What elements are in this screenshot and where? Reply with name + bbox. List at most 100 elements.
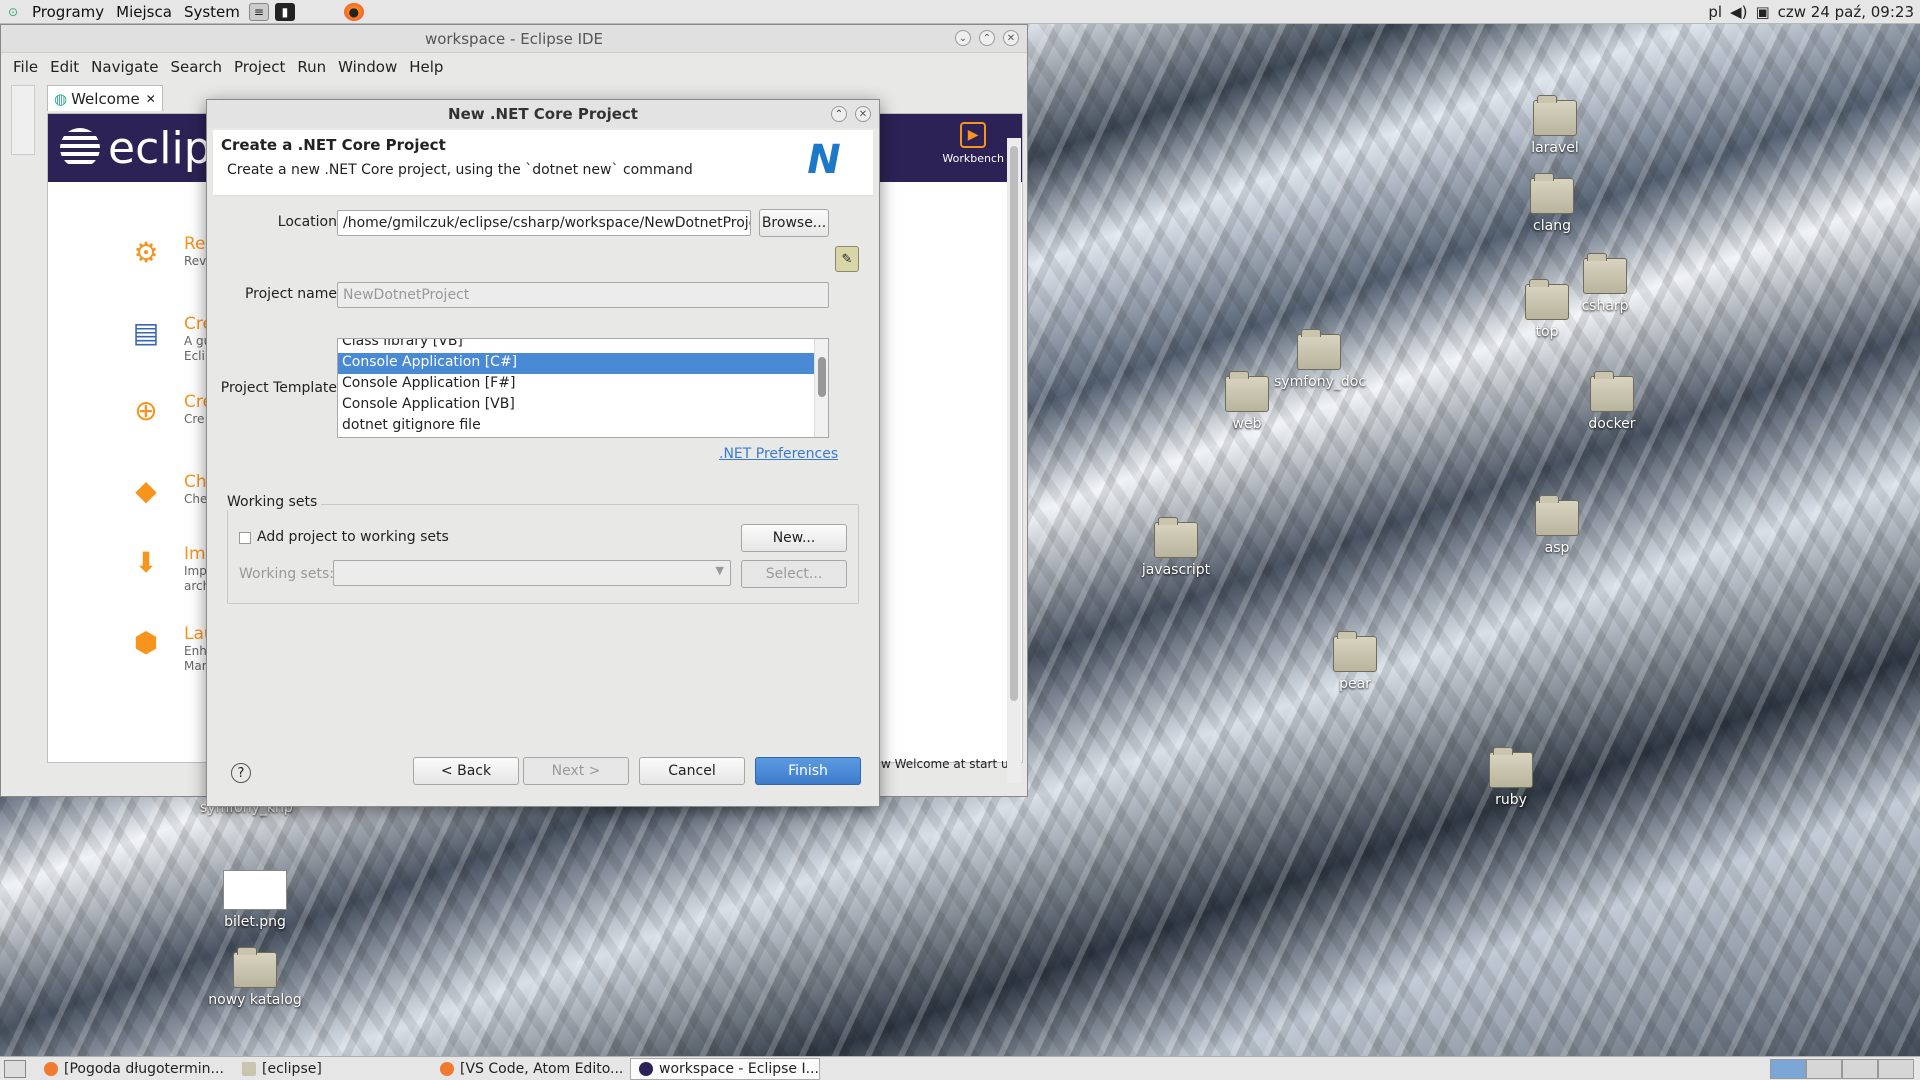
firefox-launcher-icon[interactable]: ●: [343, 2, 364, 21]
taskbar-item-vscode[interactable]: [VS Code, Atom Edito...: [432, 1058, 622, 1080]
menu-project[interactable]: Project: [228, 58, 291, 76]
new-working-set-button[interactable]: New...: [741, 524, 847, 552]
taskbar-item-eclipse-workspace[interactable]: workspace - Eclipse I...: [630, 1057, 820, 1080]
list-item[interactable]: dotnet gitignore file: [338, 416, 828, 437]
welcome-item-create-project[interactable]: ⊕ Cre Cre: [128, 392, 213, 428]
desktop-folder-web[interactable]: web: [1202, 371, 1292, 432]
finish-button[interactable]: Finish: [755, 757, 861, 785]
welcome-item-checkout[interactable]: ◆ Ch Che: [128, 472, 207, 508]
welcome-item-import[interactable]: ⬇ Imp Imp arch: [128, 544, 216, 594]
folder-icon: [1297, 329, 1341, 370]
back-button[interactable]: < Back: [413, 757, 519, 785]
show-desktop-icon[interactable]: [4, 1059, 26, 1078]
minimize-icon[interactable]: ⌄: [955, 30, 971, 46]
maximize-icon[interactable]: ⌃: [979, 30, 995, 46]
desktop-folder-ruby[interactable]: ruby: [1466, 747, 1556, 808]
pencil-icon[interactable]: ✎: [835, 246, 859, 272]
show-welcome-at-startup[interactable]: w Welcome at start up: [881, 757, 1016, 771]
list-item[interactable]: Class library [VB]: [338, 339, 828, 353]
net-preferences-link[interactable]: .NET Preferences: [719, 446, 838, 462]
menu-edit[interactable]: Edit: [44, 58, 85, 76]
menu-programy[interactable]: Programy: [26, 3, 110, 21]
top-panel: ⊙ Programy Miejsca System ≡ ▮ ● pl ◀) ▣ …: [0, 0, 1920, 24]
folder-icon: [1535, 495, 1579, 536]
text-editor-launcher-icon[interactable]: ≡: [248, 2, 269, 21]
desktop-file-bilet-png[interactable]: bilet.png: [210, 870, 300, 930]
working-sets-combo[interactable]: ▼: [333, 560, 731, 586]
folder-icon: [1530, 173, 1574, 214]
cancel-button[interactable]: Cancel: [639, 757, 745, 785]
workbench-button[interactable]: ▶ Workbench: [942, 122, 1004, 165]
menu-help[interactable]: Help: [403, 58, 449, 76]
desktop-folder-javascript[interactable]: javascript: [1131, 517, 1221, 578]
menu-search[interactable]: Search: [164, 58, 228, 76]
welcome-item-create-tutorial[interactable]: ▤ Cre A gu Ecli: [128, 314, 213, 364]
browse-button[interactable]: Browse...: [759, 209, 829, 237]
workspace-4[interactable]: [1878, 1059, 1914, 1079]
tab-welcome[interactable]: ◍ Welcome ✕: [47, 85, 163, 111]
menu-window[interactable]: Window: [332, 58, 403, 76]
system-menu-icon[interactable]: ⊙: [3, 3, 23, 21]
folder-icon: [1533, 95, 1577, 136]
maximize-icon[interactable]: ⌃: [831, 106, 847, 122]
folder-icon: [1590, 371, 1634, 412]
list-item[interactable]: Console Application [F#]: [338, 374, 828, 395]
welcome-scrollbar[interactable]: [1007, 138, 1021, 783]
folder-icon: [1525, 279, 1569, 320]
taskbar-item-eclipse-folder[interactable]: [eclipse]: [234, 1058, 424, 1080]
close-icon[interactable]: ✕: [1003, 30, 1019, 46]
template-list-scrollbar[interactable]: [814, 339, 828, 437]
project-template-list[interactable]: Class library [VB] Console Application […: [337, 338, 829, 438]
eclipse-title: workspace - Eclipse IDE: [424, 29, 604, 48]
dialog-title: New .NET Core Project: [448, 105, 638, 123]
location-field[interactable]: /home/gmilczuk/eclipse/csharp/workspace/…: [337, 210, 751, 236]
close-tab-icon[interactable]: ✕: [146, 92, 156, 106]
volume-icon[interactable]: ◀): [1730, 3, 1747, 21]
restore-view-strip[interactable]: [11, 85, 35, 155]
folder-icon: [1333, 631, 1377, 672]
menu-run[interactable]: Run: [291, 58, 332, 76]
add-to-working-sets-label[interactable]: Add project to working sets: [257, 529, 449, 545]
working-sets-group: [227, 504, 859, 604]
image-thumbnail-icon: [223, 870, 287, 910]
workspace-2[interactable]: [1806, 1059, 1842, 1079]
desktop-folder-clang[interactable]: clang: [1507, 173, 1597, 234]
welcome-item-review[interactable]: ⚙ Re Rev: [128, 234, 206, 270]
download-icon: ⬇: [134, 545, 158, 579]
eclipse-titlebar[interactable]: workspace - Eclipse IDE ⌄ ⌃ ✕: [1, 25, 1027, 53]
project-name-label: Project name: [244, 286, 337, 302]
add-to-working-sets-checkbox[interactable]: [239, 532, 251, 544]
clock[interactable]: czw 24 paź, 09:23: [1778, 3, 1914, 21]
workspace-1[interactable]: [1770, 1059, 1806, 1079]
taskbar-item-weather[interactable]: [Pogoda długotermin...: [36, 1058, 226, 1080]
help-icon[interactable]: ?: [231, 763, 251, 783]
list-item[interactable]: Console Application [C#]: [338, 353, 828, 374]
folder-icon: [1489, 747, 1533, 788]
menu-navigate[interactable]: Navigate: [85, 58, 164, 76]
desktop-folder-laravel[interactable]: laravel: [1510, 95, 1600, 156]
network-icon[interactable]: ▣: [1755, 3, 1769, 21]
menu-file[interactable]: File: [7, 58, 44, 76]
close-icon[interactable]: ✕: [855, 106, 871, 122]
menu-miejsca[interactable]: Miejsca: [110, 3, 178, 21]
eclipse-ball-icon: [60, 128, 100, 168]
working-sets-label: Working sets:: [239, 566, 334, 582]
workspace-switcher: [1770, 1059, 1914, 1079]
terminal-launcher-icon[interactable]: ▮: [274, 2, 295, 21]
desktop-folder-nowy-katalog[interactable]: nowy katalog: [200, 947, 310, 1008]
folder-icon: [242, 1061, 256, 1076]
dialog-titlebar[interactable]: New .NET Core Project ⌃ ✕: [207, 100, 879, 128]
desktop-folder-docker[interactable]: docker: [1567, 371, 1657, 432]
menu-system[interactable]: System: [178, 3, 246, 21]
next-button[interactable]: Next >: [523, 757, 629, 785]
plus-circle-icon: ⊕: [134, 393, 158, 427]
welcome-item-launch-marketplace[interactable]: ⬢ Lau Enh Mar: [128, 624, 215, 674]
desktop-folder-pear[interactable]: pear: [1310, 631, 1400, 692]
desktop-folder-top[interactable]: top: [1502, 279, 1592, 340]
desktop-folder-asp[interactable]: asp: [1512, 495, 1602, 556]
select-working-sets-button[interactable]: Select...: [741, 560, 847, 588]
list-item[interactable]: Console Application [VB]: [338, 395, 828, 416]
workspace-3[interactable]: [1842, 1059, 1878, 1079]
keyboard-layout[interactable]: pl: [1708, 3, 1722, 21]
project-name-field[interactable]: NewDotnetProject: [337, 282, 829, 308]
